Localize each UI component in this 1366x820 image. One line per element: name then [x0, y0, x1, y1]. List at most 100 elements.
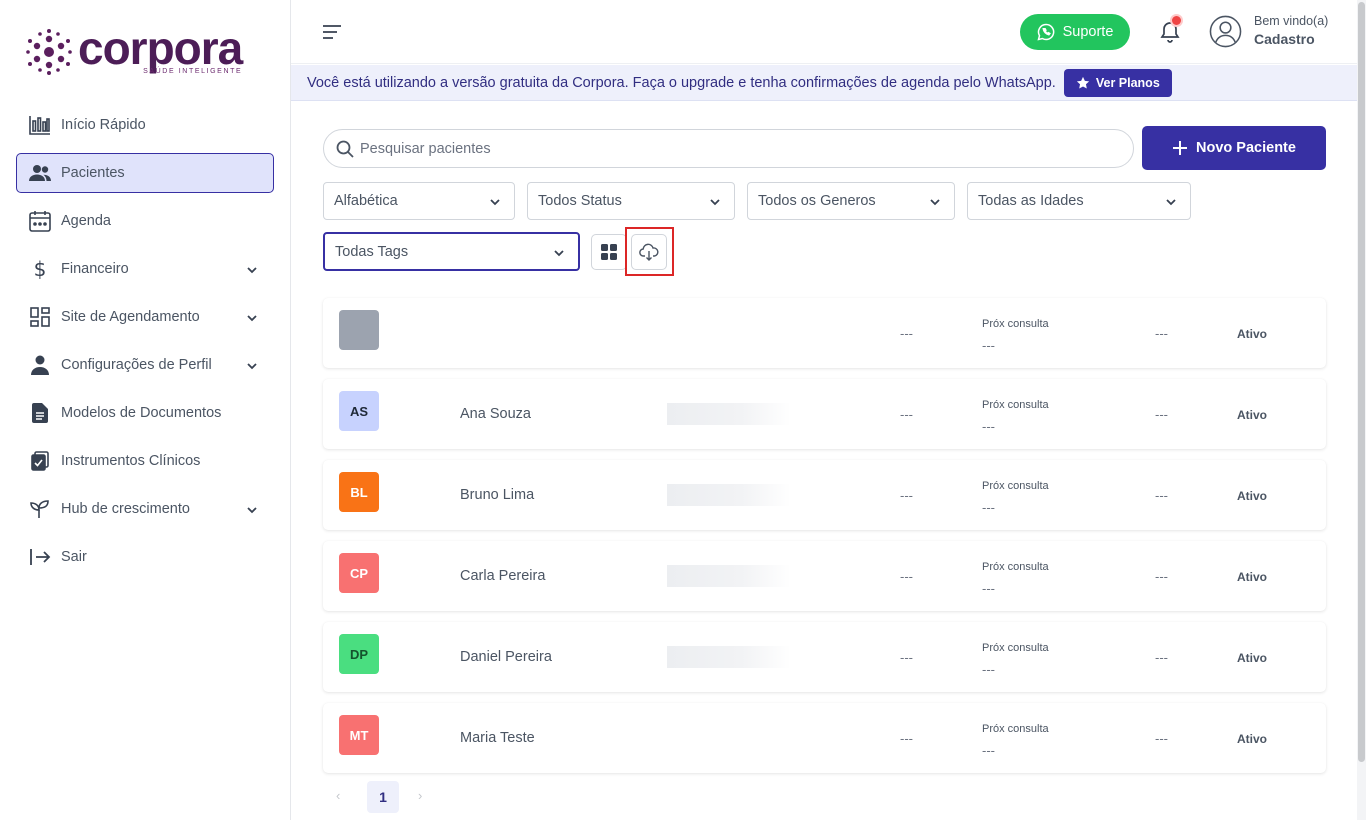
patient-row[interactable]: CP Carla Pereira --- Próx consulta --- -… — [323, 541, 1326, 611]
sidebar-item-inicio-rapido[interactable]: Início Rápido — [16, 105, 274, 145]
sidebar-item-label: Instrumentos Clínicos — [61, 453, 201, 469]
users-icon — [28, 161, 52, 185]
blurred-field — [667, 484, 791, 506]
patient-last-visit: --- — [1155, 326, 1168, 341]
patient-last-visit: --- — [1155, 731, 1168, 746]
next-appointment-label: Próx consulta — [982, 480, 1049, 492]
sidebar-item-agenda[interactable]: Agenda — [16, 201, 274, 241]
upgrade-banner-text: Você está utilizando a versão gratuita d… — [307, 74, 1056, 91]
patient-name: Ana Souza — [460, 406, 531, 422]
chevron-down-icon — [247, 267, 257, 274]
sidebar-item-site-agendamento[interactable]: Site de Agendamento — [16, 297, 274, 337]
status-badge: Ativo — [1237, 732, 1267, 746]
user-avatar-icon — [1209, 15, 1242, 48]
top-header: Suporte Bem vindo(a) Cadastro — [291, 0, 1357, 64]
patient-phone: --- — [900, 650, 913, 665]
next-appointment-label: Próx consulta — [982, 399, 1049, 411]
patient-name: Bruno Lima — [460, 487, 535, 503]
scrollbar-thumb[interactable] — [1358, 2, 1365, 762]
next-appointment-value: --- — [982, 338, 995, 353]
view-plans-button[interactable]: Ver Planos — [1063, 68, 1172, 97]
sidebar-item-label: Pacientes — [61, 165, 125, 181]
sidebar: corpora SAÚDE INTELIGENTE Início Rápido — [0, 0, 291, 820]
chevron-down-icon — [554, 250, 564, 257]
page-scrollbar[interactable] — [1357, 0, 1366, 820]
sort-select[interactable]: Alfabética — [323, 182, 515, 220]
new-patient-button[interactable]: Novo Paciente — [1142, 126, 1326, 170]
sidebar-nav: Início Rápido Pacientes Agenda $ Finance… — [16, 105, 274, 585]
pagination-next-button[interactable]: › — [418, 788, 422, 803]
whatsapp-icon — [1037, 23, 1054, 41]
notification-dot — [1172, 16, 1181, 25]
blurred-field — [667, 565, 791, 587]
sidebar-item-label: Agenda — [61, 213, 111, 229]
status-select-value: Todos Status — [538, 193, 622, 209]
sidebar-item-label: Configurações de Perfil — [61, 357, 212, 373]
app: corpora SAÚDE INTELIGENTE Início Rápido — [0, 0, 1366, 820]
grid-view-button[interactable] — [591, 234, 627, 270]
plus-icon — [1173, 141, 1188, 155]
sidebar-item-sair[interactable]: Sair — [16, 537, 274, 577]
sprout-icon — [28, 497, 52, 521]
brand-name: corpora — [78, 22, 243, 74]
sidebar-item-instrumentos-clinicos[interactable]: Instrumentos Clínicos — [16, 441, 274, 481]
next-appointment-value: --- — [982, 743, 995, 758]
patient-search[interactable] — [323, 129, 1134, 168]
patient-row[interactable]: MT Maria Teste --- Próx consulta --- ---… — [323, 703, 1326, 773]
star-icon — [1076, 76, 1089, 89]
patient-last-visit: --- — [1155, 650, 1168, 665]
sidebar-item-hub-crescimento[interactable]: Hub de crescimento — [16, 489, 274, 529]
grid-icon — [601, 244, 617, 260]
gender-select[interactable]: Todos os Generos — [747, 182, 955, 220]
user-name: Cadastro — [1254, 31, 1315, 47]
patient-row[interactable]: --- Próx consulta --- --- Ativo — [323, 298, 1326, 368]
patient-last-visit: --- — [1155, 569, 1168, 584]
menu-toggle-icon[interactable] — [321, 22, 343, 42]
sidebar-item-label: Site de Agendamento — [61, 309, 200, 325]
patient-name: Maria Teste — [460, 730, 535, 746]
patient-name: Carla Pereira — [460, 568, 546, 584]
bar-chart-icon — [28, 113, 52, 137]
user-menu[interactable]: Bem vindo(a) Cadastro — [1209, 14, 1328, 49]
status-select[interactable]: Todos Status — [527, 182, 735, 220]
patient-last-visit: --- — [1155, 407, 1168, 422]
next-appointment-label: Próx consulta — [982, 642, 1049, 654]
patient-avatar: BL — [339, 472, 379, 512]
view-plans-label: Ver Planos — [1095, 75, 1160, 90]
patient-avatar: DP — [339, 634, 379, 674]
pagination-prev-button[interactable]: ‹ — [336, 788, 340, 803]
support-button[interactable]: Suporte — [1020, 14, 1130, 50]
blurred-field — [667, 646, 791, 668]
status-badge: Ativo — [1237, 651, 1267, 665]
notifications-button[interactable] — [1158, 16, 1182, 44]
patient-row[interactable]: AS Ana Souza --- Próx consulta --- --- A… — [323, 379, 1326, 449]
next-appointment-label: Próx consulta — [982, 561, 1049, 573]
age-select[interactable]: Todas as Idades — [967, 182, 1191, 220]
calendar-icon — [28, 209, 52, 233]
tags-select-value: Todas Tags — [335, 243, 409, 260]
search-input[interactable] — [360, 140, 1080, 157]
sidebar-item-financeiro[interactable]: $ Financeiro — [16, 249, 274, 289]
sidebar-item-pacientes[interactable]: Pacientes — [16, 153, 274, 193]
support-label: Suporte — [1062, 24, 1114, 40]
gender-select-value: Todos os Generos — [758, 193, 876, 209]
status-badge: Ativo — [1237, 489, 1267, 503]
patient-row[interactable]: BL Bruno Lima --- Próx consulta --- --- … — [323, 460, 1326, 530]
pagination-page-button[interactable]: 1 — [367, 781, 399, 813]
sidebar-item-configuracoes-perfil[interactable]: Configurações de Perfil — [16, 345, 274, 385]
tags-select[interactable]: Todas Tags — [323, 232, 580, 271]
layout-icon — [28, 305, 52, 329]
patient-avatar: MT — [339, 715, 379, 755]
blurred-field — [667, 403, 791, 425]
user-icon — [28, 353, 52, 377]
logout-icon — [28, 545, 52, 569]
sidebar-item-modelos-documentos[interactable]: Modelos de Documentos — [16, 393, 274, 433]
age-select-value: Todas as Idades — [978, 193, 1084, 209]
next-appointment-label: Próx consulta — [982, 723, 1049, 735]
patient-row[interactable]: DP Daniel Pereira --- Próx consulta --- … — [323, 622, 1326, 692]
download-button[interactable] — [631, 234, 667, 270]
chevron-down-icon — [1166, 199, 1176, 206]
chevron-down-icon — [490, 199, 500, 206]
sidebar-item-label: Hub de crescimento — [61, 501, 190, 517]
brand-logo[interactable]: corpora SAÚDE INTELIGENTE — [26, 22, 243, 76]
